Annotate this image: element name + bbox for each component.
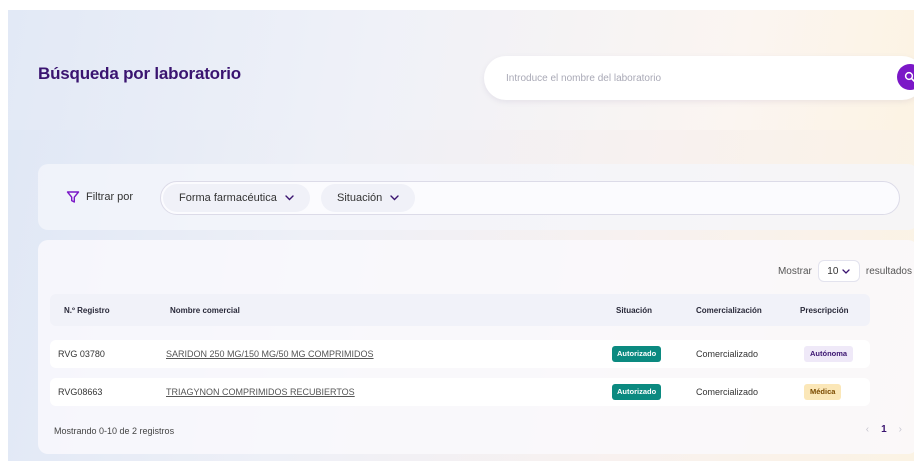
status-badge: Autorizado (612, 346, 662, 362)
page-canvas: Búsqueda por laboratorio Filtrar por For… (8, 10, 914, 461)
filter-label[interactable]: Filtrar por (66, 190, 133, 204)
results-card: Mostrar 10 resultados N.º Registro Nombr… (38, 240, 914, 454)
results-summary: Mostrando 0-10 de 2 registros (54, 426, 175, 436)
column-prescripcion[interactable]: Prescripción (800, 306, 848, 315)
cell-nombre-link[interactable]: TRIAGYNON COMPRIMIDOS RECUBIERTOS (166, 387, 355, 397)
search-button[interactable] (897, 64, 914, 90)
column-situacion[interactable]: Situación (616, 306, 652, 315)
cell-registro: RVG08663 (58, 387, 103, 397)
search-icon (904, 71, 914, 83)
prescription-badge: Autónoma (804, 346, 854, 362)
filter-card: Filtrar por Forma farmacéutica Situación (38, 164, 914, 230)
filter-label-text: Filtrar por (86, 191, 134, 203)
results-label: resultados (865, 265, 912, 277)
table-header: N.º Registro Nombre comercial Situación … (50, 294, 870, 326)
pagination: ‹ 1 › (866, 424, 902, 435)
cell-comercializacion: Comercializado (696, 387, 759, 397)
chevron-down-icon (285, 195, 294, 201)
pagination-page-1[interactable]: 1 (881, 424, 887, 435)
show-label: Mostrar (777, 265, 812, 277)
chevron-down-icon (842, 268, 851, 274)
column-registro[interactable]: N.º Registro (64, 306, 110, 315)
column-nombre-comercial[interactable]: Nombre comercial (170, 306, 240, 315)
filter-forma-farmaceutica-label: Forma farmacéutica (179, 192, 277, 204)
filter-icon (66, 191, 80, 203)
filter-situacion-label: Situación (337, 192, 383, 204)
filter-bar: Forma farmacéutica Situación (160, 181, 900, 215)
pagination-next[interactable]: › (899, 424, 902, 435)
page-size-value: 10 (827, 265, 839, 277)
filter-situacion[interactable]: Situación (321, 184, 416, 212)
cell-nombre-link[interactable]: SARIDON 250 MG/150 MG/50 MG COMPRIMIDOS (166, 349, 374, 359)
search-input[interactable] (506, 69, 866, 87)
status-badge: Autorizado (612, 384, 662, 400)
prescription-badge: Médica (804, 384, 842, 400)
page-title: Búsqueda por laboratorio (38, 64, 241, 83)
search-box (484, 56, 914, 100)
table-row: RVG 03780 SARIDON 250 MG/150 MG/50 MG CO… (50, 340, 870, 368)
pagination-prev[interactable]: ‹ (866, 424, 869, 435)
cell-comercializacion: Comercializado (696, 349, 759, 359)
filter-forma-farmaceutica[interactable]: Forma farmacéutica (163, 184, 310, 212)
cell-registro: RVG 03780 (58, 349, 105, 359)
column-comercializacion[interactable]: Comercialización (696, 306, 762, 315)
chevron-down-icon (390, 195, 399, 201)
page-size-control: Mostrar 10 resultados (778, 260, 912, 282)
table-row: RVG08663 TRIAGYNON COMPRIMIDOS RECUBIERT… (50, 378, 870, 406)
page-size-select[interactable]: 10 (817, 260, 860, 282)
